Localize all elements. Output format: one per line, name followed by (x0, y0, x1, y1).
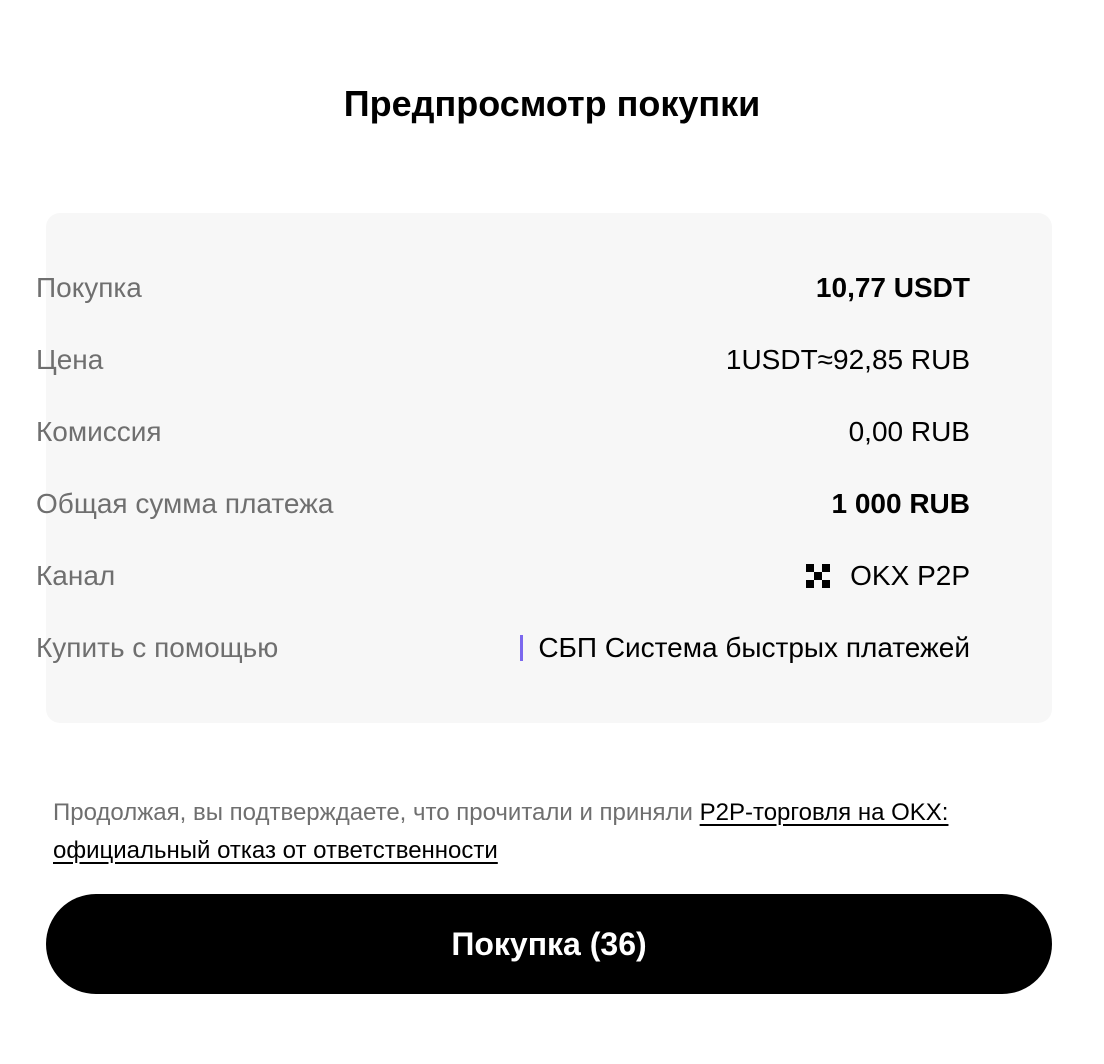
fee-label: Комиссия (36, 416, 162, 447)
disclaimer-text: Продолжая, вы подтверждаете, что прочита… (53, 794, 1043, 870)
payment-method-row: Купить с помощью СБП Система быстрых пла… (36, 624, 970, 672)
fee-value: 0,00 RUB (848, 416, 970, 447)
total-row: Общая сумма платежа 1 000 RUB (36, 480, 970, 528)
channel-row: Канал OKX P2P (36, 552, 970, 600)
page-title: Предпросмотр покупки (343, 83, 761, 124)
purchase-label: Покупка (36, 272, 142, 303)
payment-method-label: Купить с помощью (36, 632, 279, 663)
total-amount: 1 000 RUB (831, 488, 970, 519)
fee-row: Комиссия 0,00 RUB (36, 408, 970, 456)
price-value: 1USDT≈92,85 RUB (725, 344, 970, 375)
disclaimer-prefix: Продолжая, вы подтверждаете, что прочита… (53, 799, 700, 826)
price-row: Цена 1USDT≈92,85 RUB (36, 336, 970, 384)
payment-method-accent-bar (520, 635, 524, 661)
total-label: Общая сумма платежа (36, 488, 334, 519)
channel-value: OKX P2P (806, 560, 970, 592)
price-label: Цена (36, 344, 104, 375)
channel-name: OKX P2P (850, 560, 970, 591)
purchase-row: Покупка 10,77 USDT (36, 264, 970, 312)
channel-label: Канал (36, 560, 116, 591)
payment-method-name: СБП Система быстрых платежей (538, 632, 970, 663)
okx-logo-icon (806, 564, 831, 588)
buy-button[interactable]: Покупка (36) (46, 894, 1052, 994)
payment-method-value: СБП Система быстрых платежей (520, 632, 970, 664)
purchase-amount: 10,77 USDT (815, 272, 970, 303)
